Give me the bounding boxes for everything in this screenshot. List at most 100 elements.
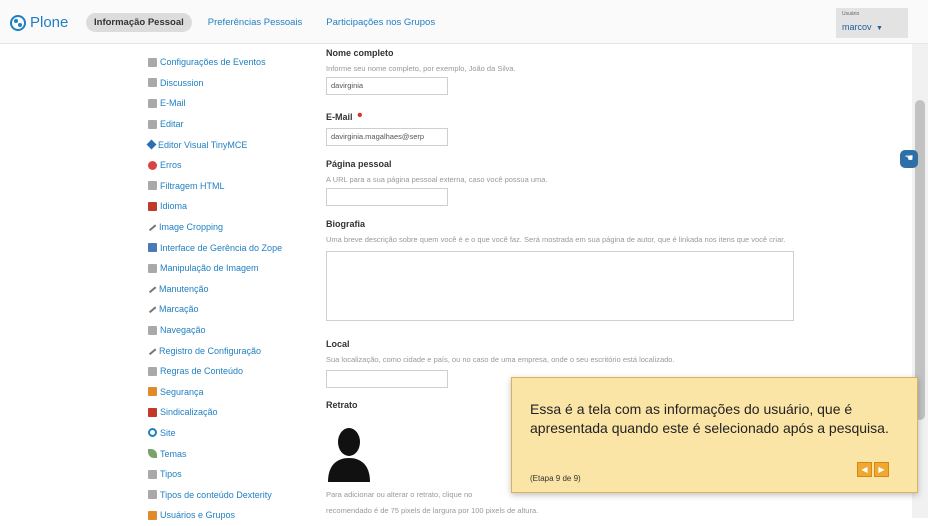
edit-icon xyxy=(148,119,157,129)
sidebar-item-label: Registro de Configuração xyxy=(159,345,262,356)
sidebar-item-marcacao[interactable]: Marcação xyxy=(147,299,318,320)
plone-logo-text: Plone xyxy=(30,14,69,31)
sidebar-item-idioma[interactable]: Idioma xyxy=(148,196,318,217)
sidebar-item-discussion[interactable]: Discussion xyxy=(148,73,318,94)
maintenance-icon xyxy=(147,284,157,293)
user-menu[interactable]: Usuário marcov ▼ xyxy=(836,8,908,38)
sidebar-item-label: Editor Visual TinyMCE xyxy=(158,139,248,150)
sidebar-item-tipos-dexterity[interactable]: Tipos de conteúdo Dexterity xyxy=(148,484,318,505)
tour-next-button[interactable]: ▶ xyxy=(874,462,889,477)
sidebar-item-label: Image Cropping xyxy=(159,222,224,233)
sidebar-item-site[interactable]: Site xyxy=(148,423,318,444)
tab-informacao-pessoal[interactable]: Informação Pessoal xyxy=(86,13,192,32)
top-toolbar: Plone Informação Pessoal Preferências Pe… xyxy=(0,0,928,44)
sidebar-item-label: Filtragem HTML xyxy=(160,180,225,191)
sidebar-item-label: Site xyxy=(160,427,176,438)
calendar-icon xyxy=(148,57,157,67)
homepage-label: Página pessoal xyxy=(326,159,392,169)
crop-icon xyxy=(147,222,157,232)
image-icon xyxy=(148,263,157,273)
control-panel-sidebar: Configurações de Eventos Discussion E-Ma… xyxy=(146,52,318,526)
chevron-down-icon: ▼ xyxy=(875,25,883,32)
sidebar-item-seguranca[interactable]: Segurança xyxy=(148,382,318,403)
tour-step-counter: (Etapa 9 de 9) xyxy=(530,474,581,483)
security-icon xyxy=(148,387,157,397)
discussion-icon xyxy=(148,78,157,88)
sidebar-item-manutencao[interactable]: Manutenção xyxy=(147,279,318,300)
users-icon xyxy=(148,510,157,520)
sidebar-item-usuarios-grupos[interactable]: Usuários e Grupos xyxy=(148,505,318,526)
sidebar-item-label: Usuários e Grupos xyxy=(160,510,236,521)
dexterity-icon xyxy=(148,490,157,500)
sidebar-item-label: E-Mail xyxy=(160,98,186,109)
sidebar-item-label: Manipulação de Imagem xyxy=(160,263,259,274)
sidebar-item-label: Tipos xyxy=(160,469,182,480)
site-icon xyxy=(148,428,157,438)
bio-help: Uma breve descrição sobre quem você é e … xyxy=(326,235,786,244)
portrait-help-line2: recomendado é de 75 pixels de largura po… xyxy=(326,506,539,515)
sidebar-item-label: Erros xyxy=(160,160,182,171)
homepage-field[interactable] xyxy=(326,188,448,206)
location-label: Local xyxy=(326,339,350,349)
bio-label: Biografia xyxy=(326,219,366,229)
sidebar-item-email[interactable]: E-Mail xyxy=(148,93,318,114)
user-data-form: Nome completo Informe seu nome completo,… xyxy=(326,48,806,410)
tour-prev-button[interactable]: ◀ xyxy=(857,462,872,477)
email-field[interactable]: davirginia.magalhaes@serp xyxy=(326,128,448,146)
rules-icon xyxy=(148,366,157,376)
portrait-help-line1: Para adicionar ou alterar o retrato, cli… xyxy=(326,490,473,499)
help-hand-icon[interactable]: ☚ xyxy=(900,150,918,168)
portrait-silhouette-icon xyxy=(328,428,370,482)
registry-icon xyxy=(147,346,157,355)
sidebar-item-label: Navegação xyxy=(160,325,206,336)
personal-tabs: Informação Pessoal Preferências Pessoais… xyxy=(86,13,443,32)
filter-icon xyxy=(148,181,157,191)
syndication-icon xyxy=(148,407,157,417)
user-caption: Usuário xyxy=(842,11,860,17)
markup-icon xyxy=(147,305,157,314)
sidebar-item-label: Manutenção xyxy=(159,283,209,294)
sidebar-item-label: Idioma xyxy=(160,201,188,212)
tour-tooltip: Essa é a tela com as informações do usuá… xyxy=(511,377,918,493)
sidebar-item-sindicalizacao[interactable]: Sindicalização xyxy=(148,402,318,423)
fullname-help: Informe seu nome completo, por exemplo, … xyxy=(326,64,516,73)
fullname-field[interactable]: davirginia xyxy=(326,77,448,95)
sidebar-item-label: Temas xyxy=(160,448,187,459)
tab-preferencias-pessoais[interactable]: Preferências Pessoais xyxy=(200,13,311,32)
sidebar-item-configuracoes-eventos[interactable]: Configurações de Eventos xyxy=(148,52,318,73)
sidebar-item-label: Discussion xyxy=(160,77,204,88)
sidebar-item-erros[interactable]: Erros xyxy=(148,155,318,176)
sidebar-item-label: Editar xyxy=(160,119,184,130)
scrollbar-thumb[interactable] xyxy=(915,100,925,420)
sidebar-item-temas[interactable]: Temas xyxy=(148,443,318,464)
tour-nav: ◀ ▶ xyxy=(857,462,889,477)
sidebar-item-label: Interface de Gerência do Zope xyxy=(160,242,283,253)
plone-logo[interactable]: Plone xyxy=(10,14,68,31)
email-label: E-Mail • xyxy=(326,107,806,125)
sidebar-item-tinymce[interactable]: Editor Visual TinyMCE xyxy=(146,134,318,155)
sidebar-item-label: Marcação xyxy=(159,304,199,315)
sidebar-item-manipulacao-imagem[interactable]: Manipulação de Imagem xyxy=(148,258,318,279)
tab-participacoes-grupos[interactable]: Participações nos Grupos xyxy=(318,13,443,32)
language-icon xyxy=(148,201,157,211)
themes-icon xyxy=(148,449,157,459)
sidebar-item-filtragem-html[interactable]: Filtragem HTML xyxy=(148,176,318,197)
sidebar-item-regras-conteudo[interactable]: Regras de Conteúdo xyxy=(148,361,318,382)
user-name: marcov xyxy=(842,22,872,32)
zope-icon xyxy=(148,243,157,253)
sidebar-item-zope[interactable]: Interface de Gerência do Zope xyxy=(148,237,318,258)
homepage-help: A URL para a sua página pessoal externa,… xyxy=(326,175,548,184)
sidebar-item-editar[interactable]: Editar xyxy=(148,114,318,135)
sidebar-item-tipos[interactable]: Tipos xyxy=(148,464,318,485)
types-icon xyxy=(148,469,157,479)
plone-logo-icon xyxy=(10,14,26,31)
sidebar-item-navegacao[interactable]: Navegação xyxy=(148,320,318,341)
sidebar-item-registro-configuracao[interactable]: Registro de Configuração xyxy=(147,340,318,361)
tour-message: Essa é a tela com as informações do usuá… xyxy=(530,401,889,436)
bio-textarea[interactable] xyxy=(326,251,794,321)
fullname-label: Nome completo xyxy=(326,48,394,58)
location-field[interactable] xyxy=(326,370,448,388)
location-help: Sua localização, como cidade e país, ou … xyxy=(326,355,675,364)
tinymce-icon xyxy=(146,139,157,150)
sidebar-item-image-cropping[interactable]: Image Cropping xyxy=(147,217,318,238)
